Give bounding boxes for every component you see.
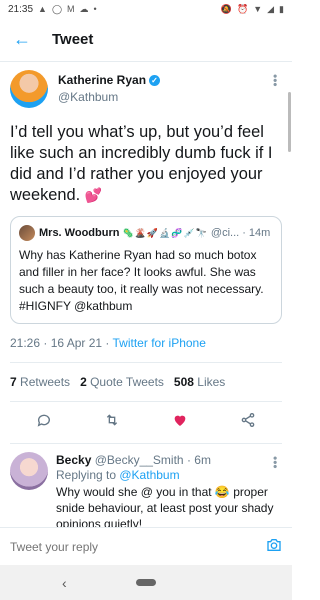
page-title: Tweet: [52, 31, 94, 48]
reply-avatar[interactable]: [10, 452, 48, 490]
quote-name-emojis: 🦠🌋🚀🔬🧬💉🔭: [122, 227, 208, 238]
back-arrow-icon[interactable]: ←: [10, 28, 34, 52]
reply-text: Why would she @ you in that 😂 proper sni…: [56, 485, 274, 531]
replying-prefix: Replying to: [56, 468, 120, 482]
mute-icon: 🔕: [220, 3, 232, 14]
verified-badge-icon: ✓: [149, 75, 161, 86]
status-right: 🔕 ⏰ ▼ ◢ ▮: [220, 3, 284, 14]
reply-input[interactable]: [10, 539, 266, 554]
author-row: Katherine Ryan ✓ @Kathbum: [10, 70, 282, 108]
retweets-label: Retweets: [20, 375, 71, 389]
signal-icon: ◢: [267, 3, 275, 14]
quote-author-name: Mrs. Woodburn: [39, 227, 120, 239]
reply-icon[interactable]: [30, 412, 58, 433]
likes-label: Likes: [197, 375, 226, 389]
author-name-row[interactable]: Katherine Ryan ✓: [58, 72, 161, 89]
whatsapp-icon: ◯: [51, 3, 63, 14]
replying-to: Replying to @Kathbum: [56, 468, 282, 482]
reply-handle[interactable]: @Becky__Smith: [95, 453, 184, 467]
reply-header: Becky @Becky__Smith · 6m: [56, 452, 282, 468]
tweet-text: I’d tell you what’s up, but you’d feel l…: [10, 122, 282, 206]
tweet-body: I’d tell you what’s up, but you’d feel l…: [10, 123, 273, 204]
quoted-tweet[interactable]: Mrs. Woodburn 🦠🌋🚀🔬🧬💉🔭 @ci... · 14m Why h…: [10, 216, 282, 324]
retweets-count: 7: [10, 375, 17, 389]
gmail-icon: M: [67, 3, 75, 14]
more-options-icon[interactable]: •••: [268, 74, 282, 87]
author-handle[interactable]: @Kathbum: [58, 89, 160, 106]
quotes-label: Quote Tweets: [90, 375, 164, 389]
status-left: 21:35 ▲ ◯ M ☁ •: [8, 4, 97, 15]
share-icon[interactable]: [234, 412, 262, 433]
retweets-stat[interactable]: 7 Retweets: [10, 375, 70, 389]
system-nav-bar: ‹: [0, 565, 292, 600]
quote-handle: @ci...: [210, 227, 240, 239]
nav-home-pill[interactable]: [136, 579, 156, 586]
reply-time: 6m: [194, 453, 211, 467]
alarm-icon: ⏰: [236, 3, 249, 14]
tweet-actions: [10, 402, 282, 444]
quote-avatar: [19, 225, 35, 241]
nav-back-icon[interactable]: ‹: [62, 575, 67, 591]
wifi-icon: ▼: [253, 3, 263, 14]
main-tweet: Katherine Ryan ✓ @Kathbum ••• I’d tell y…: [0, 62, 292, 444]
quote-time: 14m: [248, 227, 271, 239]
camera-icon[interactable]: [266, 537, 282, 557]
replying-mention[interactable]: @Kathbum: [119, 468, 179, 482]
dot-icon: •: [93, 3, 97, 14]
quote-header: Mrs. Woodburn 🦠🌋🚀🔬🧬💉🔭 @ci... · 14m: [19, 225, 273, 241]
battery-icon: ▮: [279, 3, 284, 14]
app-header: ← Tweet: [0, 18, 292, 62]
notification-icon: ▲: [38, 3, 47, 14]
reply-compose-bar: [0, 527, 292, 565]
author-text: Katherine Ryan ✓ @Kathbum: [58, 72, 161, 106]
quote-text: Why has Katherine Ryan had so much botox…: [19, 248, 264, 313]
tweet-timestamp: 21:26 · 16 Apr 21 ·: [10, 336, 113, 350]
like-heart-icon[interactable]: [166, 412, 194, 433]
source-link[interactable]: Twitter for iPhone: [113, 336, 206, 350]
quotes-count: 2: [80, 375, 87, 389]
author-name[interactable]: Katherine Ryan: [58, 72, 146, 89]
reply-more-options-icon[interactable]: •••: [268, 456, 282, 469]
two-hearts-emoji: 💕: [84, 187, 103, 203]
stats-row: 7 Retweets 2 Quote Tweets 508 Likes: [10, 363, 282, 402]
likes-stat[interactable]: 508 Likes: [174, 375, 225, 389]
quotes-stat[interactable]: 2 Quote Tweets: [80, 375, 164, 389]
reply-author-name[interactable]: Becky: [56, 453, 91, 467]
reply-dot: ·: [186, 453, 191, 467]
likes-count: 508: [173, 375, 194, 389]
cloud-icon: ☁: [79, 3, 89, 14]
status-bar: 21:35 ▲ ◯ M ☁ • 🔕 ⏰ ▼ ◢ ▮: [0, 0, 292, 18]
quote-dot: ·: [242, 227, 246, 239]
retweet-icon[interactable]: [98, 412, 126, 433]
status-time: 21:35: [8, 3, 34, 15]
timestamp-row: 21:26 · 16 Apr 21 · Twitter for iPhone: [10, 336, 282, 363]
author-avatar[interactable]: [10, 70, 48, 108]
